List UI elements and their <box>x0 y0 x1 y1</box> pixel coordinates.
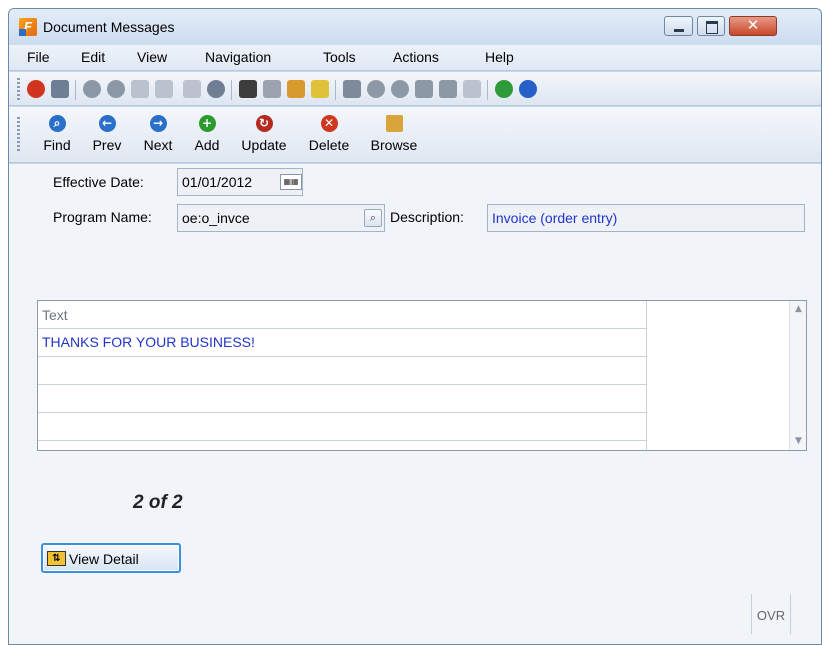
prev-button[interactable]: ← Prev <box>87 112 127 158</box>
update-button[interactable]: ↻ Update <box>234 112 294 158</box>
next-label: Next <box>143 137 173 153</box>
toolbar-grip[interactable] <box>17 117 20 153</box>
toolbar-separator <box>335 80 336 100</box>
effective-date-label: Effective Date: <box>53 174 144 190</box>
plus-icon: + <box>198 115 216 132</box>
paste-icon[interactable] <box>155 80 173 98</box>
view-detail-button[interactable]: ⇅ View Detail <box>41 543 181 573</box>
toolbar-separator <box>231 80 232 100</box>
close-window-button[interactable]: ✕ <box>729 16 777 36</box>
status-ovr: OVR <box>751 594 791 634</box>
detail-icon: ⇅ <box>47 551 66 566</box>
description-label: Description: <box>390 209 464 225</box>
app-window: F Document Messages ✕ File Edit View Nav… <box>8 8 822 645</box>
menu-edit[interactable]: Edit <box>81 49 105 65</box>
scroll-down-icon[interactable]: ▼ <box>790 433 807 450</box>
toolbar-separator <box>487 80 488 100</box>
menu-bar: File Edit View Navigation Tools Actions … <box>9 45 821 71</box>
calendar-picker-icon[interactable]: ▦▦ <box>280 174 302 190</box>
menu-tools[interactable]: Tools <box>323 49 356 65</box>
arrow-right-icon: → <box>149 115 167 132</box>
close-icon: ✕ <box>746 16 760 34</box>
arrow-left-icon: ← <box>98 115 116 132</box>
text-grid: Text THANKS FOR YOUR BUSINESS! ▲ ▼ <box>37 300 807 451</box>
menu-file[interactable]: File <box>27 49 50 65</box>
effective-date-value: 01/01/2012 <box>182 174 253 190</box>
chart-icon[interactable] <box>495 80 513 98</box>
minimize-button[interactable] <box>664 16 693 36</box>
window-title: Document Messages <box>43 19 175 35</box>
browse-button[interactable]: Browse <box>363 112 425 158</box>
program-name-field[interactable]: oe:o_invce <box>177 204 385 232</box>
delete-label: Delete <box>308 137 350 153</box>
window-icon[interactable] <box>51 80 69 98</box>
refresh-icon: ↻ <box>255 115 273 132</box>
next-button[interactable]: → Next <box>137 112 179 158</box>
lookup-icon[interactable]: ⌕ <box>364 209 382 227</box>
move-icon[interactable] <box>463 80 481 98</box>
copy-icon[interactable] <box>131 80 149 98</box>
menu-help[interactable]: Help <box>485 49 514 65</box>
description-value: Invoice (order entry) <box>492 210 618 226</box>
grid-row[interactable] <box>38 357 646 385</box>
document-icon[interactable] <box>183 80 201 98</box>
down-icon[interactable] <box>367 80 385 98</box>
description-field[interactable]: Invoice (order entry) <box>487 204 805 232</box>
menu-actions[interactable]: Actions <box>393 49 439 65</box>
delete-button[interactable]: ✕ Delete <box>301 112 357 158</box>
add-label: Add <box>194 137 220 153</box>
edit-doc-icon[interactable] <box>287 80 305 98</box>
program-name-label: Program Name: <box>53 209 152 225</box>
check-icon[interactable] <box>83 80 101 98</box>
help-icon[interactable] <box>519 80 537 98</box>
find-button[interactable]: ⌕ Find <box>37 112 77 158</box>
grid-column-divider <box>646 301 647 450</box>
navigation-toolbar: ⌕ Find ← Prev → Next + Add ↻ Update ✕ De… <box>9 107 821 163</box>
power-icon[interactable] <box>27 80 45 98</box>
browse-label: Browse <box>370 137 418 153</box>
menu-navigation[interactable]: Navigation <box>205 49 271 65</box>
toolbar-grip[interactable] <box>17 78 20 100</box>
menu-view[interactable]: View <box>137 49 167 65</box>
toolbar-separator <box>75 80 76 100</box>
app-logo-icon: F <box>19 18 37 36</box>
grid-scrollbar[interactable]: ▲ ▼ <box>789 301 806 450</box>
close-icon: ✕ <box>320 115 338 132</box>
grid-row[interactable]: THANKS FOR YOUR BUSINESS! <box>38 329 646 357</box>
remove-icon[interactable] <box>439 80 457 98</box>
grid-column-header-text[interactable]: Text <box>38 301 646 329</box>
standard-toolbar <box>9 72 821 106</box>
program-name-value: oe:o_invce <box>182 210 250 226</box>
zoom-icon[interactable] <box>207 80 225 98</box>
scroll-up-icon[interactable]: ▲ <box>790 301 807 318</box>
add-button[interactable]: + Add <box>187 112 227 158</box>
clip-icon[interactable] <box>263 80 281 98</box>
view-detail-label: View Detail <box>69 551 139 567</box>
title-bar: F Document Messages ✕ <box>9 9 821 45</box>
folder-icon <box>385 115 403 132</box>
insert-icon[interactable] <box>415 80 433 98</box>
record-count: 2 of 2 <box>133 492 183 513</box>
up-icon[interactable] <box>391 80 409 98</box>
calendar-icon[interactable] <box>311 80 329 98</box>
update-label: Update <box>241 137 287 153</box>
maximize-button[interactable] <box>697 16 725 36</box>
search-icon: ⌕ <box>48 115 66 132</box>
grid-row[interactable] <box>38 385 646 413</box>
grid-row[interactable] <box>38 413 646 441</box>
find-label: Find <box>43 137 71 153</box>
form-area: Effective Date: 01/01/2012 ▦▦ Program Na… <box>9 164 821 644</box>
notepad-icon[interactable] <box>239 80 257 98</box>
prev-label: Prev <box>92 137 122 153</box>
cancel-icon[interactable] <box>107 80 125 98</box>
export-icon[interactable] <box>343 80 361 98</box>
